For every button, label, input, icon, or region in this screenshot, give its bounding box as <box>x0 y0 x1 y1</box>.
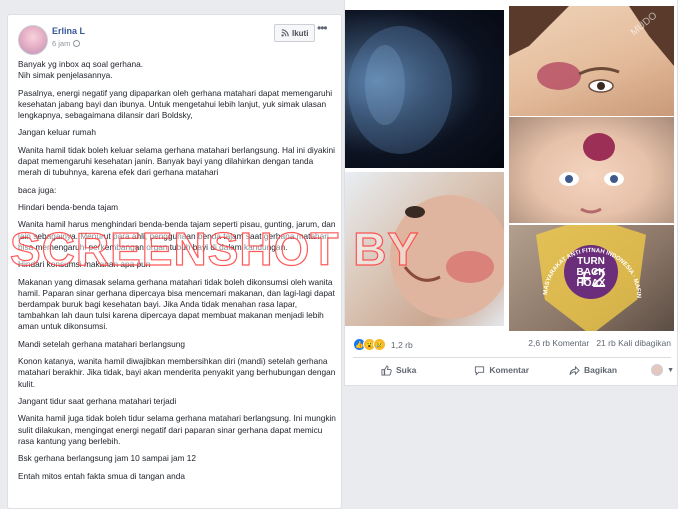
paragraph: baca juga: <box>18 184 57 195</box>
paragraph: Wanita hamil tidak boleh keluar selama g… <box>18 144 335 178</box>
post-card: Erlina L 6 jam Ikuti ••• Banyak yg inbox… <box>7 14 342 509</box>
photo-baby-birthmark[interactable] <box>509 117 674 223</box>
share-button[interactable]: Bagikan <box>569 365 617 376</box>
comment-icon <box>475 365 485 376</box>
comment-button[interactable]: Komentar <box>474 365 529 376</box>
photo-pregnant-belly[interactable] <box>345 10 504 168</box>
audience-selector[interactable]: ▼ <box>651 364 674 376</box>
paragraph: Bsk gerhana berlangsung jam 10 sampai ja… <box>18 453 197 464</box>
paragraph: Konon katanya, wanita hamil diwajibkan m… <box>18 356 336 389</box>
belly-silhouette-icon <box>348 26 452 154</box>
photo-more[interactable]: TURN BACK HOAX MASYARAKAT ANTI FITNAH IN… <box>509 225 674 331</box>
caret-down-icon: ▼ <box>667 366 675 374</box>
like-button[interactable]: Suka <box>381 364 417 376</box>
post-text: Banyak yg inbox aq soal gerhana. Nih sim… <box>18 59 336 488</box>
sad-reaction-icon: 😢 <box>373 338 386 351</box>
share-label: Bagikan <box>584 365 618 375</box>
action-bar: Suka Komentar Bagikan ▼ <box>353 357 674 382</box>
reactions[interactable]: 👍 😮 😢 1,2 rb <box>353 338 413 351</box>
follow-label: Ikuti <box>292 28 309 38</box>
baby-smile-icon <box>390 195 504 319</box>
rss-icon <box>281 29 289 37</box>
post-time[interactable]: 6 jam <box>52 39 81 48</box>
paragraph: Entah mitos entah fakta smua di tangan a… <box>18 470 185 481</box>
author-name[interactable]: Erlina L <box>52 26 85 36</box>
engagement-counts: 2,6 rb Komentar 21 rb Kali dibagikan <box>528 338 671 348</box>
media-panel: MUDO TURN BACK HOAX MASYARAKAT ANTI FITN… <box>344 0 678 386</box>
globe-icon <box>73 40 81 47</box>
paragraph: Hindari benda-benda tajam <box>18 201 119 212</box>
shares-count[interactable]: 21 rb Kali dibagikan <box>596 338 671 348</box>
thumbs-up-icon <box>381 364 392 376</box>
photo-baby-smiling[interactable] <box>345 172 504 326</box>
paragraph: Makanan yang dimasak selama gerhana mata… <box>18 276 335 332</box>
like-label: Suka <box>396 365 417 375</box>
face-illustration-icon: MUDO <box>509 6 674 93</box>
paragraph: Wanita hamil juga tidak boleh tidur sela… <box>18 413 336 446</box>
post-stats: 👍 😮 😢 1,2 rb 2,6 rb Komentar 21 rb Kali … <box>353 338 671 352</box>
reactions-count[interactable]: 1,2 rb <box>391 340 413 350</box>
baby-face-icon <box>559 133 624 214</box>
paragraph: Wanita hamil harus menghindari benda-ben… <box>18 219 336 252</box>
paragraph: Jangan keluar rumah <box>18 127 96 138</box>
paragraph: Hindari konsumsi makanan apa pun <box>18 259 151 270</box>
post-time-label[interactable]: 6 jam <box>52 39 70 48</box>
comments-count[interactable]: 2,6 rb Komentar <box>528 338 589 348</box>
profile-avatar-icon <box>651 364 664 376</box>
comment-label: Komentar <box>489 365 530 375</box>
follow-button[interactable]: Ikuti <box>274 24 316 42</box>
avatar[interactable] <box>18 25 48 55</box>
share-icon <box>569 365 580 375</box>
photo-face-illustration[interactable]: MUDO <box>509 6 674 116</box>
paragraph: Pasalnya, energi negatif yang dipaparkan… <box>18 87 333 120</box>
paragraph: Mandi setelah gerhana matahari berlangsu… <box>18 338 185 349</box>
paragraph: Banyak yg inbox aq soal gerhana. Nih sim… <box>18 59 144 81</box>
more-options-icon[interactable]: ••• <box>317 21 328 35</box>
more-photos-count: +2 <box>576 262 607 293</box>
paragraph: Jangant tidur saat gerhana matahari terj… <box>18 395 177 406</box>
